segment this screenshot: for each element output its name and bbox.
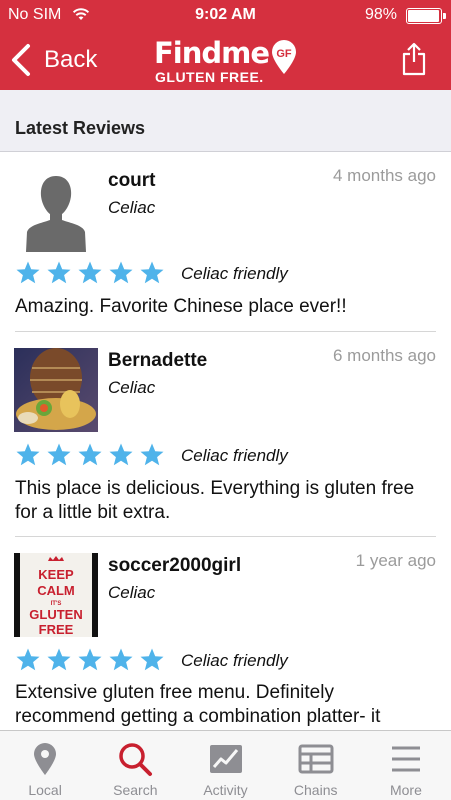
tab-label: Chains [293, 782, 338, 798]
svg-text:CALM: CALM [37, 583, 75, 598]
rating-label: Celiac friendly [181, 446, 288, 465]
star-icon [140, 261, 164, 284]
tab-label: Local [28, 782, 62, 798]
rating-label: Celiac friendly [181, 264, 288, 283]
carrier-label: No SIM [8, 6, 62, 23]
navigation-bar: Back Findme GLUTEN FREE. GF [0, 30, 451, 90]
review-text: Amazing. Favorite Chinese place ever!! [15, 296, 347, 317]
wifi-icon [72, 7, 90, 26]
review-item: court Celiac 4 months ago Celiac friendl… [0, 152, 451, 332]
logo-gf-pin-icon: GF [272, 40, 296, 74]
review-time: 6 months ago [332, 346, 436, 365]
reviewer-name[interactable]: court [108, 170, 156, 192]
svg-text:FREE: FREE [39, 622, 74, 637]
activity-icon [209, 745, 242, 773]
star-icon [109, 443, 133, 466]
battery-icon [406, 8, 446, 24]
reviewer-tag: Celiac [108, 583, 156, 602]
share-button[interactable] [401, 42, 427, 76]
avatar-placeholder-icon [14, 168, 98, 252]
tab-chains[interactable]: Chains [271, 731, 361, 800]
battery-percent: 98% [364, 6, 397, 23]
tab-search[interactable]: Search [90, 731, 180, 800]
star-icon [78, 261, 102, 284]
pin-icon [34, 743, 57, 775]
svg-text:KEEP: KEEP [38, 567, 74, 582]
star-icon [140, 648, 164, 671]
logo-findme-text: Findme [154, 36, 270, 70]
tab-bar: Local Search Activity Chains More [0, 730, 451, 800]
review-time: 4 months ago [332, 166, 436, 185]
chains-icon [298, 744, 334, 774]
avatar-photo [14, 348, 98, 432]
logo-gluten-free-text: GLUTEN FREE. [155, 69, 264, 85]
svg-text:GLUTEN: GLUTEN [29, 607, 82, 622]
star-icon [78, 443, 102, 466]
star-icon [109, 648, 133, 671]
review-text: Extensive gluten free menu. Definitely r… [15, 682, 381, 727]
star-icon [16, 443, 40, 466]
search-icon [119, 743, 153, 776]
star-icon [78, 648, 102, 671]
star-rating [15, 442, 165, 468]
more-icon [391, 746, 420, 772]
review-item: KEEP CALM IT'S GLUTEN FREE soccer2000gir… [0, 537, 451, 730]
review-text: This place is delicious. Everything is g… [15, 478, 415, 523]
reviewer-name[interactable]: soccer2000girl [108, 555, 241, 577]
review-item: Bernadette Celiac 6 months ago Celiac fr… [0, 332, 451, 537]
tab-label: Activity [203, 782, 248, 798]
star-icon [140, 443, 164, 466]
star-icon [16, 261, 40, 284]
star-icon [47, 261, 71, 284]
tab-label: Search [113, 782, 158, 798]
tab-activity[interactable]: Activity [180, 731, 270, 800]
star-icon [16, 648, 40, 671]
tab-label: More [389, 782, 422, 798]
chevron-left-icon [12, 44, 30, 76]
rating-label: Celiac friendly [181, 651, 288, 670]
svg-text:GF: GF [276, 48, 292, 60]
star-icon [109, 261, 133, 284]
app-logo: Findme GLUTEN FREE. GF [154, 36, 304, 86]
review-time: 1 year ago [355, 551, 436, 570]
back-label: Back [44, 46, 98, 73]
status-bar: No SIM 9:02 AM 98% [0, 0, 451, 30]
reviewer-name[interactable]: Bernadette [108, 350, 207, 372]
avatar-keep-calm-image: KEEP CALM IT'S GLUTEN FREE [14, 553, 98, 637]
back-button[interactable]: Back [8, 42, 97, 78]
star-rating [15, 260, 165, 286]
section-title: Latest Reviews [15, 118, 146, 138]
section-header: Latest Reviews [0, 90, 451, 152]
tab-more[interactable]: More [361, 731, 451, 800]
reviewer-tag: Celiac [108, 378, 156, 397]
star-icon [47, 648, 71, 671]
tab-local[interactable]: Local [0, 731, 90, 800]
reviewer-tag: Celiac [108, 198, 156, 217]
star-rating [15, 647, 165, 673]
star-icon [47, 443, 71, 466]
